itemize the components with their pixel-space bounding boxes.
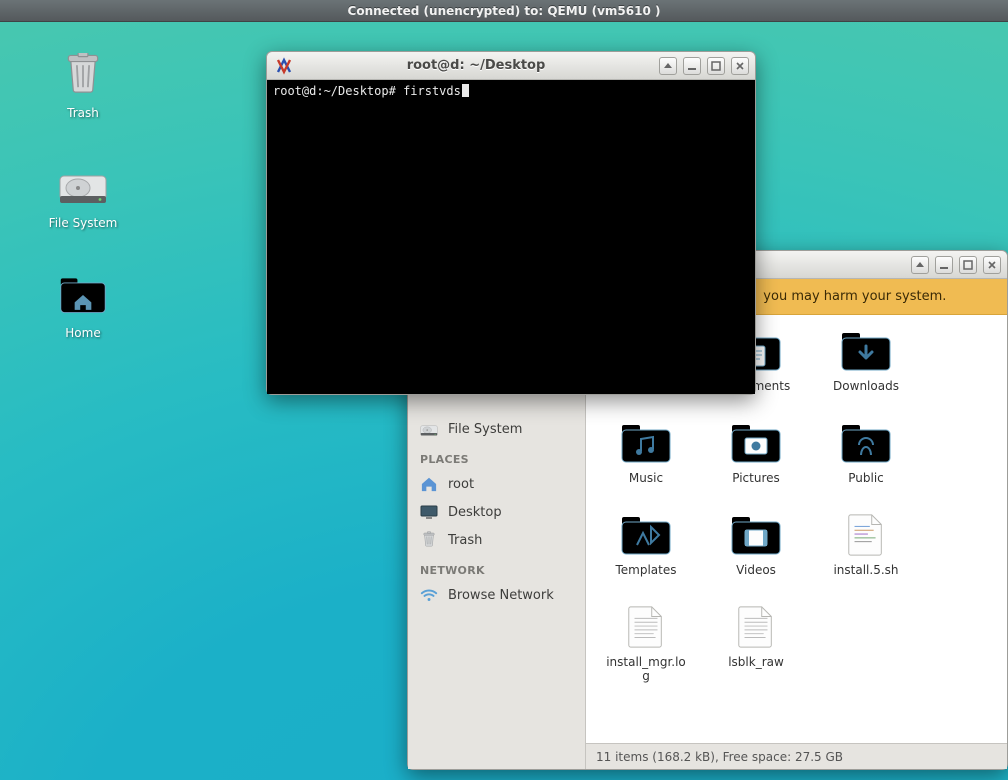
terminal-titlebar[interactable]: root@d: ~/Desktop xyxy=(267,52,755,80)
file-item[interactable]: Templates xyxy=(606,513,686,577)
sidebar-item-label: File System xyxy=(448,422,522,437)
terminal-prompt: root@d:~/Desktop# xyxy=(273,84,396,98)
sidebar-item-filesystem[interactable]: File System xyxy=(408,415,585,443)
file-label: Public xyxy=(848,471,884,485)
file-item[interactable]: install.5.sh xyxy=(826,513,906,577)
folder-pics-icon xyxy=(728,421,784,465)
file-label: Downloads xyxy=(833,379,899,393)
sidebar-item-label: Trash xyxy=(448,533,482,548)
folder-down-icon xyxy=(838,329,894,373)
window-close-button[interactable] xyxy=(983,256,1001,274)
file-script-icon xyxy=(838,513,894,557)
sidebar-item-trash[interactable]: Trash xyxy=(408,526,585,554)
folder-vid-icon xyxy=(728,513,784,557)
terminal-body[interactable]: root@d:~/Desktop# firstvds xyxy=(267,80,755,394)
folder-public-icon xyxy=(838,421,894,465)
file-item[interactable]: lsblk_raw xyxy=(716,605,796,683)
terminal-app-icon xyxy=(275,57,293,75)
desktop-icon-trash[interactable]: Trash xyxy=(18,50,148,120)
folder-music-icon xyxy=(618,421,674,465)
file-item[interactable]: Music xyxy=(606,421,686,485)
desktop-icon-home[interactable]: Home xyxy=(18,270,148,340)
trash-icon xyxy=(58,50,108,100)
status-text: 11 items (168.2 kB), Free space: 27.5 GB xyxy=(596,750,843,764)
desktop-icon-label: Home xyxy=(65,326,100,340)
file-label: install.5.sh xyxy=(833,563,898,577)
terminal-title: root@d: ~/Desktop xyxy=(299,58,653,73)
drive-icon xyxy=(58,160,108,210)
sidebar-item-desktop[interactable]: Desktop xyxy=(408,498,585,526)
terminal-cursor xyxy=(462,84,469,97)
terminal-input: firstvds xyxy=(403,84,461,98)
connection-text: Connected (unencrypted) to: QEMU (vm5610… xyxy=(348,4,661,18)
desktop-icon-label: File System xyxy=(49,216,118,230)
file-label: Templates xyxy=(615,563,676,577)
file-label: Videos xyxy=(736,563,776,577)
sidebar-heading-network: NETWORK xyxy=(408,554,585,581)
window-up-button[interactable] xyxy=(659,57,677,75)
file-item[interactable]: Downloads xyxy=(826,329,906,393)
file-item[interactable]: Pictures xyxy=(716,421,796,485)
window-minimize-button[interactable] xyxy=(935,256,953,274)
file-item[interactable]: Public xyxy=(826,421,906,485)
connection-bar: Connected (unencrypted) to: QEMU (vm5610… xyxy=(0,0,1008,22)
desktop-icon-label: Trash xyxy=(67,106,99,120)
desktop-area[interactable]: Connected (unencrypted) to: QEMU (vm5610… xyxy=(0,0,1008,780)
file-label: lsblk_raw xyxy=(728,655,784,669)
sidebar-item-browse-network[interactable]: Browse Network xyxy=(408,581,585,609)
window-maximize-button[interactable] xyxy=(707,57,725,75)
file-label: Pictures xyxy=(732,471,780,485)
window-minimize-button[interactable] xyxy=(683,57,701,75)
file-label: install_mgr.log xyxy=(606,655,686,683)
window-up-button[interactable] xyxy=(911,256,929,274)
desktop-icons: Trash File System Home xyxy=(18,50,148,380)
trash-icon xyxy=(420,531,438,549)
sidebar-item-root[interactable]: root xyxy=(408,470,585,498)
sidebar-item-label: Browse Network xyxy=(448,588,554,603)
home-icon xyxy=(420,475,438,493)
file-label: Music xyxy=(629,471,663,485)
wifi-icon xyxy=(420,586,438,604)
sidebar-heading-places: PLACES xyxy=(408,443,585,470)
file-text-icon xyxy=(618,605,674,649)
folder-tmpl-icon xyxy=(618,513,674,557)
desktop-icon-filesystem[interactable]: File System xyxy=(18,160,148,230)
file-item[interactable]: Videos xyxy=(716,513,796,577)
desktop-icon xyxy=(420,503,438,521)
sidebar-item-label: root xyxy=(448,477,474,492)
drive-icon xyxy=(420,420,438,438)
status-bar: 11 items (168.2 kB), Free space: 27.5 GB xyxy=(586,743,1007,769)
folder-home-icon xyxy=(58,270,108,320)
window-close-button[interactable] xyxy=(731,57,749,75)
sidebar-item-label: Desktop xyxy=(448,505,502,520)
warning-text: you may harm your system. xyxy=(763,289,946,304)
file-item[interactable]: install_mgr.log xyxy=(606,605,686,683)
terminal-window[interactable]: root@d: ~/Desktop root@d:~/Desktop# firs… xyxy=(266,51,756,395)
window-maximize-button[interactable] xyxy=(959,256,977,274)
file-text-icon xyxy=(728,605,784,649)
